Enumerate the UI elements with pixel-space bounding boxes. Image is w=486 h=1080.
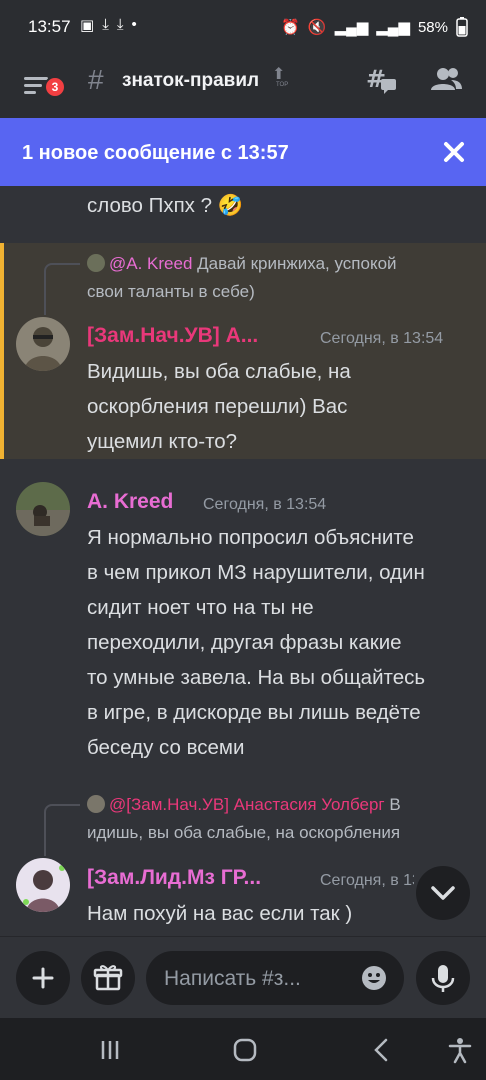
top-label: TOP xyxy=(276,82,289,88)
message-content: Нам похуй на вас если так ) xyxy=(87,896,352,931)
download-icon: ⤓ xyxy=(102,16,109,33)
new-messages-bar[interactable]: 1 новое сообщение с 13:57 xyxy=(0,118,486,186)
message-content: Видишь, вы оба слабые, на оскорбления пе… xyxy=(87,354,351,459)
threads-button[interactable]: # xyxy=(364,62,400,98)
mute-icon: 🔇 xyxy=(307,19,327,36)
chevron-down-icon xyxy=(431,886,455,900)
avatar[interactable] xyxy=(16,317,70,371)
notification-badge: 3 xyxy=(44,76,66,98)
status-system-icons: ⏰ 🔇 ▂▄▆ ▂▄▆ 58% xyxy=(281,17,468,37)
download-icon: ⤓ xyxy=(116,16,124,33)
message-line: в чем прикол МЗ нарушители, один xyxy=(87,561,425,584)
status-bar: 13:57 ▣ ⤓ ⤓ • ⏰ 🔇 ▂▄▆ ▂▄▆ 58% xyxy=(0,0,486,56)
recent-apps-icon[interactable] xyxy=(96,1036,124,1064)
home-icon[interactable] xyxy=(231,1036,259,1064)
status-notification-icons: ▣ ⤓ ⤓ • xyxy=(80,16,137,34)
reply-connector xyxy=(44,263,80,315)
message-line: оскорбления перешли) Вас xyxy=(87,395,348,418)
message-timestamp: Сегодня, в 13:5 xyxy=(320,872,414,889)
message-line: Видишь, вы оба слабые, на xyxy=(87,360,351,383)
message-line: Нам похуй на вас если так ) xyxy=(87,902,353,925)
system-nav-bar xyxy=(0,1018,486,1080)
avatar[interactable] xyxy=(16,858,70,912)
members-button[interactable] xyxy=(428,62,464,98)
message-author[interactable]: A. Kreed xyxy=(87,490,173,514)
reply-text-cont: идишь, вы оба слабые, на оскорбления xyxy=(87,823,401,842)
message-timestamp: Сегодня, в 13:54 xyxy=(203,496,327,513)
reply-avatar xyxy=(87,254,105,272)
scroll-to-bottom-button[interactable] xyxy=(416,866,470,920)
alarm-icon: ⏰ xyxy=(281,19,300,36)
message-line: Я нормально попросил объясните xyxy=(87,526,414,549)
message-input-placeholder: Написать #з... xyxy=(164,967,301,990)
voice-message-button[interactable] xyxy=(416,951,470,1005)
message-input[interactable]: Написать #з... xyxy=(146,951,404,1005)
message-line: сидит ноет что на ты не xyxy=(87,596,314,619)
reply-author: @[Зам.Нач.УВ] Анастасия Уолберг xyxy=(109,795,385,814)
plus-icon xyxy=(32,967,54,989)
avatar[interactable] xyxy=(16,482,70,536)
accessibility-icon[interactable] xyxy=(446,1036,474,1064)
gift-icon xyxy=(93,965,123,991)
reply-connector xyxy=(44,804,80,856)
reply-text-cont: свои таланты в себе) xyxy=(87,282,255,301)
message-line: ущемил кто-то? xyxy=(87,430,238,453)
emoji-icon[interactable] xyxy=(360,964,388,992)
message-line: переходили, другая фразы какие xyxy=(87,631,402,654)
attach-button[interactable] xyxy=(16,951,70,1005)
gallery-icon: ▣ xyxy=(80,17,95,34)
hash-icon: # xyxy=(88,64,104,95)
channel-title[interactable]: знаток-правил xyxy=(122,70,259,92)
message-line: то умные завела. На вы общайтесь xyxy=(87,666,426,689)
dot-icon: • xyxy=(131,16,137,33)
threads-icon: # xyxy=(366,65,396,94)
battery-percent: 58% xyxy=(417,18,448,36)
message-author[interactable]: [Зам.Лид.Мз ГР... xyxy=(87,866,261,890)
network-icon: ▂▄▆ xyxy=(334,19,369,36)
gift-button[interactable] xyxy=(81,951,135,1005)
arrow-up-icon: ⬆ xyxy=(272,66,286,83)
message-timestamp: Сегодня, в 13:54 xyxy=(320,330,444,347)
message-content: Я нормально попросил объясните в чем при… xyxy=(87,520,425,765)
close-icon[interactable] xyxy=(440,138,468,166)
channel-header: 3 # знаток-правил ⬆ TOP # xyxy=(0,56,486,118)
reply-preview[interactable]: @[Зам.Нач.УВ] Анастасия Уолберг В идишь,… xyxy=(87,791,477,847)
new-messages-text: 1 новое сообщение с 13:57 xyxy=(22,142,289,164)
members-icon xyxy=(431,68,462,90)
battery-icon xyxy=(456,17,468,37)
reply-avatar xyxy=(87,795,105,813)
back-icon[interactable] xyxy=(368,1036,396,1064)
reply-text: Давай кринжиха, успокой xyxy=(197,254,397,273)
message-line: беседу со всеми xyxy=(87,736,245,759)
status-time: 13:57 xyxy=(28,17,71,36)
message-author[interactable]: [Зам.Нач.УВ] А... xyxy=(87,324,258,348)
message-fragment: слово Пхпх ? 🤣 xyxy=(87,194,244,217)
signal-icon: ▂▄▆ xyxy=(376,19,410,36)
message-composer: Написать #з... xyxy=(0,936,486,1018)
microphone-icon xyxy=(431,965,455,992)
reply-author: @A. Kreed xyxy=(109,254,193,273)
reply-preview[interactable]: @A. Kreed Давай кринжиха, успокой свои т… xyxy=(87,250,467,306)
reply-text: В xyxy=(389,795,401,814)
message-line: в игре, в дискорде вы лишь ведёте xyxy=(87,701,421,724)
